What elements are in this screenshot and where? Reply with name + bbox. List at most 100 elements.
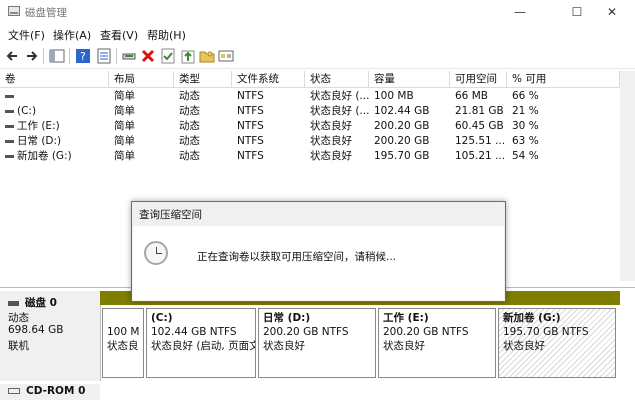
partition-size: 102.44 GB NTFS xyxy=(151,326,237,338)
volume-free-space: 105.21 ... xyxy=(455,150,506,162)
volume-percent-free: 63 % xyxy=(512,135,539,147)
volume-layout: 简单 xyxy=(114,150,135,162)
export-icon[interactable] xyxy=(180,48,196,64)
volume-icon xyxy=(5,154,14,158)
title-bar: 磁盘管理 — ☐ ✕ xyxy=(0,0,635,24)
volume-free-space: 125.51 ... xyxy=(455,135,506,147)
column-header-volume[interactable]: 卷 xyxy=(0,71,109,88)
volume-icon xyxy=(5,124,14,128)
cdrom-icon xyxy=(8,388,20,394)
table-row[interactable]: 简单 动态 NTFS 状态良好 (... 100 MB 66 MB 66 % xyxy=(0,89,620,104)
volume-type: 动态 xyxy=(179,120,200,132)
column-header-capacity[interactable]: 容量 xyxy=(369,71,450,88)
volume-layout: 简单 xyxy=(114,135,135,147)
partition-title: 日常 (D:) xyxy=(263,312,311,324)
volume-type: 动态 xyxy=(179,135,200,147)
cdrom-label[interactable]: CD-ROM 0 xyxy=(0,384,100,400)
delete-icon[interactable] xyxy=(140,48,156,64)
menu-bar: 文件(F) 操作(A) 查看(V) 帮助(H) xyxy=(0,24,635,44)
volume-filesystem: NTFS xyxy=(237,105,264,117)
volume-name: 工作 (E:) xyxy=(17,120,60,132)
column-header-free-space[interactable]: 可用空间 xyxy=(450,71,507,88)
volume-free-space: 60.45 GB xyxy=(455,120,504,132)
table-row[interactable]: 新加卷 (G:) 简单 动态 NTFS 状态良好 195.70 GB 105.2… xyxy=(0,149,620,164)
partition-status: 状态良好 xyxy=(263,340,305,352)
partition-reserved[interactable]: 100 M 状态良 xyxy=(102,308,144,378)
menu-help[interactable]: 帮助(H) xyxy=(147,27,186,43)
open-folder-icon[interactable] xyxy=(199,48,215,64)
column-header-type[interactable]: 类型 xyxy=(174,71,232,88)
properties-icon[interactable] xyxy=(96,48,112,64)
disk-0-label[interactable]: 磁盘 0 动态 698.64 GB 联机 xyxy=(0,291,101,381)
volume-filesystem: NTFS xyxy=(237,135,264,147)
partition-d[interactable]: 日常 (D:) 200.20 GB NTFS 状态良好 xyxy=(258,308,376,378)
partition-title: (C:) xyxy=(151,312,173,324)
volume-status: 状态良好 xyxy=(310,150,352,162)
disk-type: 动态 xyxy=(8,312,29,324)
column-header-status[interactable]: 状态 xyxy=(305,71,369,88)
partition-e[interactable]: 工作 (E:) 200.20 GB NTFS 状态良好 xyxy=(378,308,496,378)
volume-percent-free: 54 % xyxy=(512,150,539,162)
volume-percent-free: 30 % xyxy=(512,120,539,132)
volume-free-space: 21.81 GB xyxy=(455,105,504,117)
toolbar-separator xyxy=(43,48,44,64)
volume-filesystem: NTFS xyxy=(237,90,264,102)
volume-percent-free: 21 % xyxy=(512,105,539,117)
volume-layout: 简单 xyxy=(114,120,135,132)
disk-state: 联机 xyxy=(8,340,29,352)
partition-c[interactable]: (C:) 102.44 GB NTFS 状态良好 (启动, 页面文 xyxy=(146,308,256,378)
partition-size: 200.20 GB NTFS xyxy=(263,326,349,338)
forward-arrow-icon[interactable] xyxy=(24,48,40,64)
volume-name: 新加卷 (G:) xyxy=(17,150,72,162)
help-icon[interactable]: ? xyxy=(75,48,91,64)
volume-layout: 简单 xyxy=(114,90,135,102)
table-row[interactable]: 日常 (D:) 简单 动态 NTFS 状态良好 200.20 GB 125.51… xyxy=(0,134,620,149)
disk-icon xyxy=(8,300,19,306)
partition-title: 新加卷 (G:) xyxy=(503,312,561,324)
partition-status: 状态良好 xyxy=(503,340,545,352)
volume-capacity: 200.20 GB xyxy=(374,135,430,147)
volume-status: 状态良好 (... xyxy=(310,90,369,102)
volume-list-scrollbar[interactable] xyxy=(620,71,635,281)
menu-action[interactable]: 操作(A) xyxy=(53,27,91,43)
volume-capacity: 195.70 GB xyxy=(374,150,430,162)
volume-status: 状态良好 xyxy=(310,135,352,147)
close-button[interactable]: ✕ xyxy=(589,0,635,24)
volume-type: 动态 xyxy=(179,150,200,162)
partition-title xyxy=(107,311,139,325)
column-header-layout[interactable]: 布局 xyxy=(109,71,174,88)
disk-size: 698.64 GB xyxy=(8,324,64,336)
svg-text:?: ? xyxy=(80,50,86,63)
volume-icon xyxy=(5,94,14,98)
volume-icon xyxy=(5,139,14,143)
menu-view[interactable]: 查看(V) xyxy=(100,27,138,43)
console-tree-icon[interactable] xyxy=(49,48,65,64)
toolbar-separator xyxy=(69,48,70,64)
column-header-filesystem[interactable]: 文件系统 xyxy=(232,71,305,88)
menu-file[interactable]: 文件(F) xyxy=(8,27,45,43)
partition-status: 状态良好 xyxy=(383,340,425,352)
volume-icon xyxy=(5,109,14,113)
volume-type: 动态 xyxy=(179,105,200,117)
table-row[interactable]: 工作 (E:) 简单 动态 NTFS 状态良好 200.20 GB 60.45 … xyxy=(0,119,620,134)
volume-capacity: 200.20 GB xyxy=(374,120,430,132)
dialog-title: 查询压缩空间 xyxy=(139,209,202,221)
minimize-button[interactable]: — xyxy=(497,0,543,24)
partition-size: 100 M xyxy=(107,326,140,338)
dialog-body: 正在查询卷以获取可用压缩空间，请稍候... xyxy=(133,226,504,300)
volume-name: (C:) xyxy=(17,105,37,117)
column-header-percent-free[interactable]: % 可用 xyxy=(507,71,620,88)
partition-status: 状态良 xyxy=(107,340,139,352)
table-row[interactable]: (C:) 简单 动态 NTFS 状态良好 (... 102.44 GB 21.8… xyxy=(0,104,620,119)
check-icon[interactable] xyxy=(160,48,176,64)
partition-size: 195.70 GB NTFS xyxy=(503,326,589,338)
clock-icon xyxy=(144,241,168,265)
toolbar: ? xyxy=(0,44,635,69)
volume-layout: 简单 xyxy=(114,105,135,117)
cdrom-name: CD-ROM 0 xyxy=(26,385,86,397)
disk-view-icon[interactable] xyxy=(218,48,234,64)
partition-g[interactable]: 新加卷 (G:) 195.70 GB NTFS 状态良好 xyxy=(498,308,616,378)
disk-management-app-icon xyxy=(8,6,20,16)
connect-icon[interactable] xyxy=(121,48,137,64)
back-arrow-icon[interactable] xyxy=(4,48,20,64)
